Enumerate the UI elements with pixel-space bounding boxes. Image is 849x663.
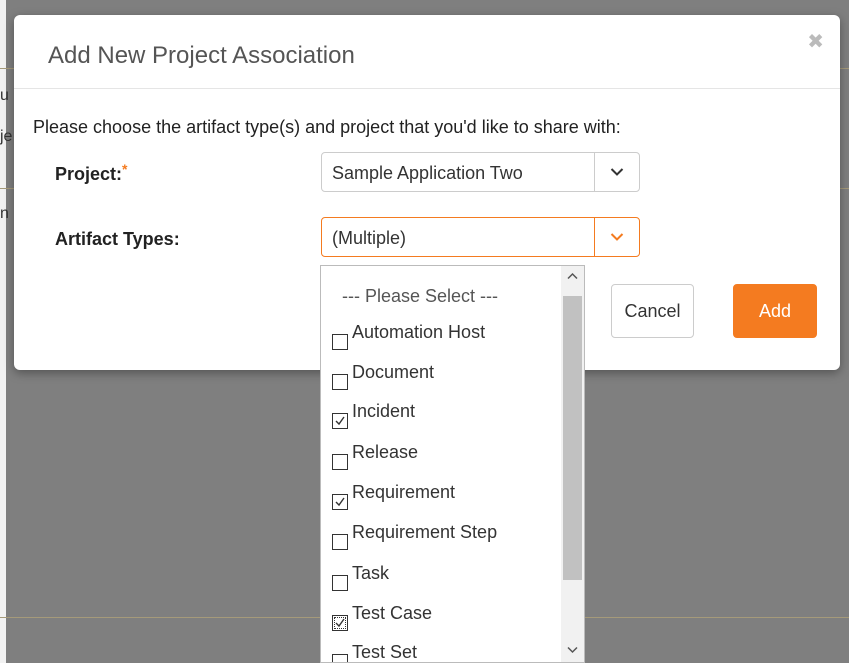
project-select[interactable]: Sample Application Two bbox=[321, 152, 640, 192]
chevron-down-icon bbox=[567, 646, 578, 654]
checkbox[interactable] bbox=[332, 654, 348, 662]
artifact-types-label: Artifact Types: bbox=[55, 229, 180, 249]
cancel-button[interactable]: Cancel bbox=[611, 284, 694, 338]
option-label: Task bbox=[352, 563, 390, 583]
dialog-title: Add New Project Association bbox=[48, 42, 355, 69]
dialog-instructions: Please choose the artifact type(s) and p… bbox=[33, 117, 621, 137]
checkbox-checked[interactable] bbox=[332, 615, 348, 631]
checkbox[interactable] bbox=[332, 454, 348, 470]
scroll-down-button[interactable] bbox=[561, 640, 584, 662]
dialog-header: Add New Project Association ✖ bbox=[14, 15, 840, 89]
close-icon[interactable]: ✖ bbox=[807, 32, 824, 52]
chevron-down-icon bbox=[610, 233, 624, 241]
scroll-up-button[interactable] bbox=[561, 266, 584, 288]
checkbox[interactable] bbox=[332, 534, 348, 550]
artifact-types-select-toggle[interactable] bbox=[594, 218, 639, 256]
checkbox[interactable] bbox=[332, 374, 348, 390]
checkmark-icon bbox=[335, 497, 345, 507]
artifact-types-select-value: (Multiple) bbox=[332, 228, 407, 248]
background-text-fragment: u bbox=[0, 87, 9, 104]
background-text-fragment: n bbox=[0, 205, 9, 222]
option-label: Test Case bbox=[352, 603, 433, 623]
chevron-down-icon bbox=[610, 168, 624, 176]
scrollbar-thumb[interactable] bbox=[563, 296, 582, 580]
option-label: Requirement Step bbox=[352, 522, 498, 542]
option-label: Test Set bbox=[352, 642, 418, 662]
background-text-fragment: je bbox=[0, 128, 13, 145]
checkbox[interactable] bbox=[332, 575, 348, 591]
required-star: * bbox=[122, 161, 128, 177]
add-button[interactable]: Add bbox=[733, 284, 817, 338]
project-select-toggle[interactable] bbox=[594, 153, 639, 191]
option-label: Requirement bbox=[352, 482, 456, 502]
please-select-option[interactable]: --- Please Select --- bbox=[342, 286, 498, 307]
option-label: Automation Host bbox=[352, 322, 486, 342]
option-label: Release bbox=[352, 442, 419, 462]
checkbox-checked[interactable] bbox=[332, 494, 348, 510]
checkbox-checked[interactable] bbox=[332, 413, 348, 429]
project-label-text: Project: bbox=[55, 164, 123, 184]
checkmark-icon bbox=[335, 416, 345, 426]
artifact-types-dropdown: --- Please Select --- Automation Host Do… bbox=[320, 265, 585, 663]
option-label: Incident bbox=[352, 401, 416, 421]
project-select-value: Sample Application Two bbox=[332, 163, 523, 183]
dropdown-scrollbar[interactable] bbox=[561, 266, 584, 662]
checkmark-icon bbox=[335, 618, 345, 628]
project-label: Project:* bbox=[55, 161, 128, 185]
artifact-types-select[interactable]: (Multiple) bbox=[321, 217, 640, 257]
option-label: Document bbox=[352, 362, 435, 382]
chevron-up-icon bbox=[567, 272, 578, 280]
checkbox[interactable] bbox=[332, 334, 348, 350]
